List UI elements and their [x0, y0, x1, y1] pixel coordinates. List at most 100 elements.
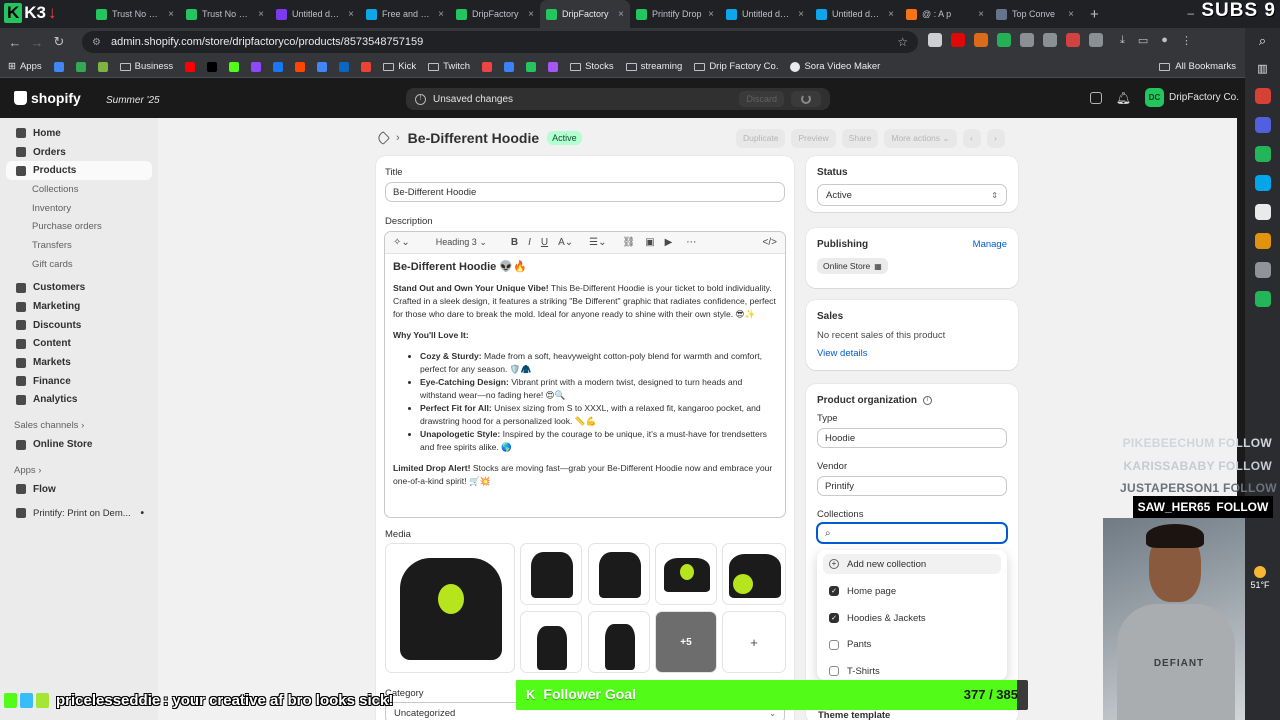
- profile-avatar[interactable]: ●: [1161, 34, 1168, 46]
- extension-icon[interactable]: [951, 33, 965, 47]
- close-icon[interactable]: ×: [348, 9, 354, 20]
- sidebar-item-marketing[interactable]: Marketing: [6, 297, 152, 316]
- sidebar-section-apps[interactable]: Apps ›: [6, 460, 152, 480]
- sidebar-item-content[interactable]: Content: [6, 335, 152, 354]
- extension-icon[interactable]: [1043, 33, 1057, 47]
- extension-icon[interactable]: [974, 33, 988, 47]
- bookmark-item[interactable]: streaming: [625, 61, 682, 72]
- tag-icon[interactable]: [375, 130, 391, 146]
- preview-button[interactable]: Preview: [791, 129, 836, 148]
- media-thumb[interactable]: [588, 543, 650, 605]
- close-icon[interactable]: ×: [528, 9, 534, 20]
- close-icon[interactable]: ×: [1068, 9, 1074, 20]
- save-button[interactable]: [791, 91, 821, 107]
- sidebar-item-home[interactable]: Home: [6, 124, 152, 143]
- manage-link[interactable]: Manage: [973, 239, 1007, 250]
- back-icon[interactable]: ←: [4, 35, 26, 50]
- discard-button[interactable]: Discard: [739, 91, 784, 107]
- type-input[interactable]: Hoodie: [817, 428, 1007, 448]
- sidebar-section-sales-channels[interactable]: Sales channels ›: [6, 415, 152, 435]
- collections-search-input[interactable]: ⌕: [816, 522, 1008, 544]
- status-select[interactable]: Active ⇕: [817, 184, 1007, 206]
- address-bar[interactable]: ⚙ admin.shopify.com/store/dripfactoryco/…: [82, 31, 918, 53]
- close-icon[interactable]: ×: [888, 9, 894, 20]
- browser-tab[interactable]: Trust No One ×: [90, 0, 180, 28]
- sidebar-item-collections[interactable]: Collections: [6, 180, 152, 199]
- underline-icon[interactable]: U: [541, 237, 548, 248]
- checkbox-icon[interactable]: [829, 666, 839, 677]
- title-input[interactable]: Be-Different Hoodie: [385, 182, 785, 202]
- media-more-button[interactable]: +5: [655, 611, 717, 673]
- browser-tab[interactable]: Untitled design ×: [810, 0, 900, 28]
- close-icon[interactable]: ×: [798, 9, 804, 20]
- sidebar-item-purchase-orders[interactable]: Purchase orders: [6, 217, 152, 236]
- description-editor[interactable]: ✧⌄ Heading 3 ⌄ B I U A⌄ ☰⌄ ⛓ ▣ ▶ ⋯ </> B…: [384, 231, 786, 518]
- browser-tab[interactable]: Top Conve ×: [990, 0, 1080, 28]
- side-panel-app-icon[interactable]: [1254, 175, 1271, 191]
- next-product-button[interactable]: ›: [986, 129, 1005, 148]
- browser-tab[interactable]: DripFactory ×: [450, 0, 540, 28]
- sidebar-toggle-icon[interactable]: ▥: [1257, 62, 1267, 75]
- close-icon[interactable]: ×: [168, 9, 174, 20]
- bookmark-item[interactable]: [339, 61, 350, 72]
- image-icon[interactable]: ▣: [645, 237, 654, 248]
- bookmark-item[interactable]: Business: [119, 61, 173, 72]
- share-button[interactable]: Share: [841, 129, 879, 148]
- checkbox-icon[interactable]: [829, 639, 839, 650]
- sidekick-icon[interactable]: [1089, 91, 1102, 104]
- browser-tab[interactable]: DripFactory ×: [540, 0, 630, 28]
- italic-icon[interactable]: I: [528, 237, 531, 248]
- bold-icon[interactable]: B: [511, 237, 518, 248]
- sidebar-item-markets[interactable]: Markets: [6, 353, 152, 372]
- bookmark-item[interactable]: [75, 61, 86, 72]
- text-color-icon[interactable]: A⌄: [558, 237, 573, 248]
- magic-icon[interactable]: ✧⌄: [393, 237, 410, 248]
- media-thumb[interactable]: [655, 543, 717, 605]
- align-icon[interactable]: ☰⌄: [589, 237, 606, 248]
- sidebar-item-discounts[interactable]: Discounts: [6, 316, 152, 335]
- side-panel-app-icon[interactable]: [1254, 88, 1271, 104]
- bookmark-item[interactable]: Drip Factory Co.: [694, 61, 778, 72]
- media-thumb[interactable]: [588, 611, 650, 673]
- forward-icon[interactable]: →: [26, 35, 48, 50]
- collection-option[interactable]: ✓ Hoodies & Jackets: [817, 605, 1007, 632]
- side-panel-app-icon[interactable]: [1254, 262, 1271, 278]
- sidebar-item-finance[interactable]: Finance: [6, 372, 152, 391]
- side-panel-app-icon[interactable]: [1254, 146, 1271, 162]
- bookmark-item[interactable]: [53, 61, 64, 72]
- sidebar-item-inventory[interactable]: Inventory: [6, 199, 152, 218]
- side-panel-app-icon[interactable]: [1254, 117, 1271, 133]
- more-actions-button[interactable]: More actions ⌄: [884, 129, 957, 148]
- bell-icon[interactable]: 🔔︎: [1116, 91, 1131, 105]
- checkbox-checked-icon[interactable]: ✓: [829, 613, 839, 624]
- heading-select[interactable]: Heading 3 ⌄: [436, 237, 487, 248]
- view-details-link[interactable]: View details: [817, 348, 868, 359]
- link-icon[interactable]: ⛓: [623, 237, 636, 248]
- browser-tab[interactable]: @ : A p ×: [900, 0, 990, 28]
- checkbox-checked-icon[interactable]: ✓: [829, 586, 839, 597]
- extension-icon[interactable]: [1066, 33, 1080, 47]
- chrome-menu-icon[interactable]: ⋮: [1181, 34, 1192, 47]
- close-icon[interactable]: ×: [978, 9, 984, 20]
- new-tab-button[interactable]: +: [1080, 6, 1109, 23]
- bookmark-item[interactable]: Sora Video Maker: [790, 61, 880, 72]
- side-panel-app-icon[interactable]: [1254, 204, 1271, 220]
- close-icon[interactable]: ×: [708, 9, 714, 20]
- bookmark-item[interactable]: [548, 61, 559, 72]
- close-icon[interactable]: ×: [618, 9, 624, 20]
- bookmark-item[interactable]: Stocks: [570, 61, 614, 72]
- bookmark-item[interactable]: [251, 61, 262, 72]
- bookmark-item[interactable]: [273, 61, 284, 72]
- collection-option[interactable]: Pants: [817, 631, 1007, 658]
- bookmark-item[interactable]: [97, 61, 108, 72]
- bookmark-item[interactable]: [504, 61, 515, 72]
- side-panel-app-icon[interactable]: [1254, 233, 1271, 249]
- sidebar-item-transfers[interactable]: Transfers: [6, 236, 152, 255]
- extension-icon[interactable]: [1020, 33, 1034, 47]
- sidebar-item-online-store[interactable]: Online Store: [6, 435, 152, 454]
- sidebar-item-products[interactable]: Products: [6, 161, 152, 181]
- browser-tab[interactable]: Trust No One ×: [180, 0, 270, 28]
- sidebar-item-customers[interactable]: Customers: [6, 279, 152, 298]
- media-thumb[interactable]: [520, 611, 582, 673]
- shopify-logo[interactable]: shopify: [14, 90, 81, 106]
